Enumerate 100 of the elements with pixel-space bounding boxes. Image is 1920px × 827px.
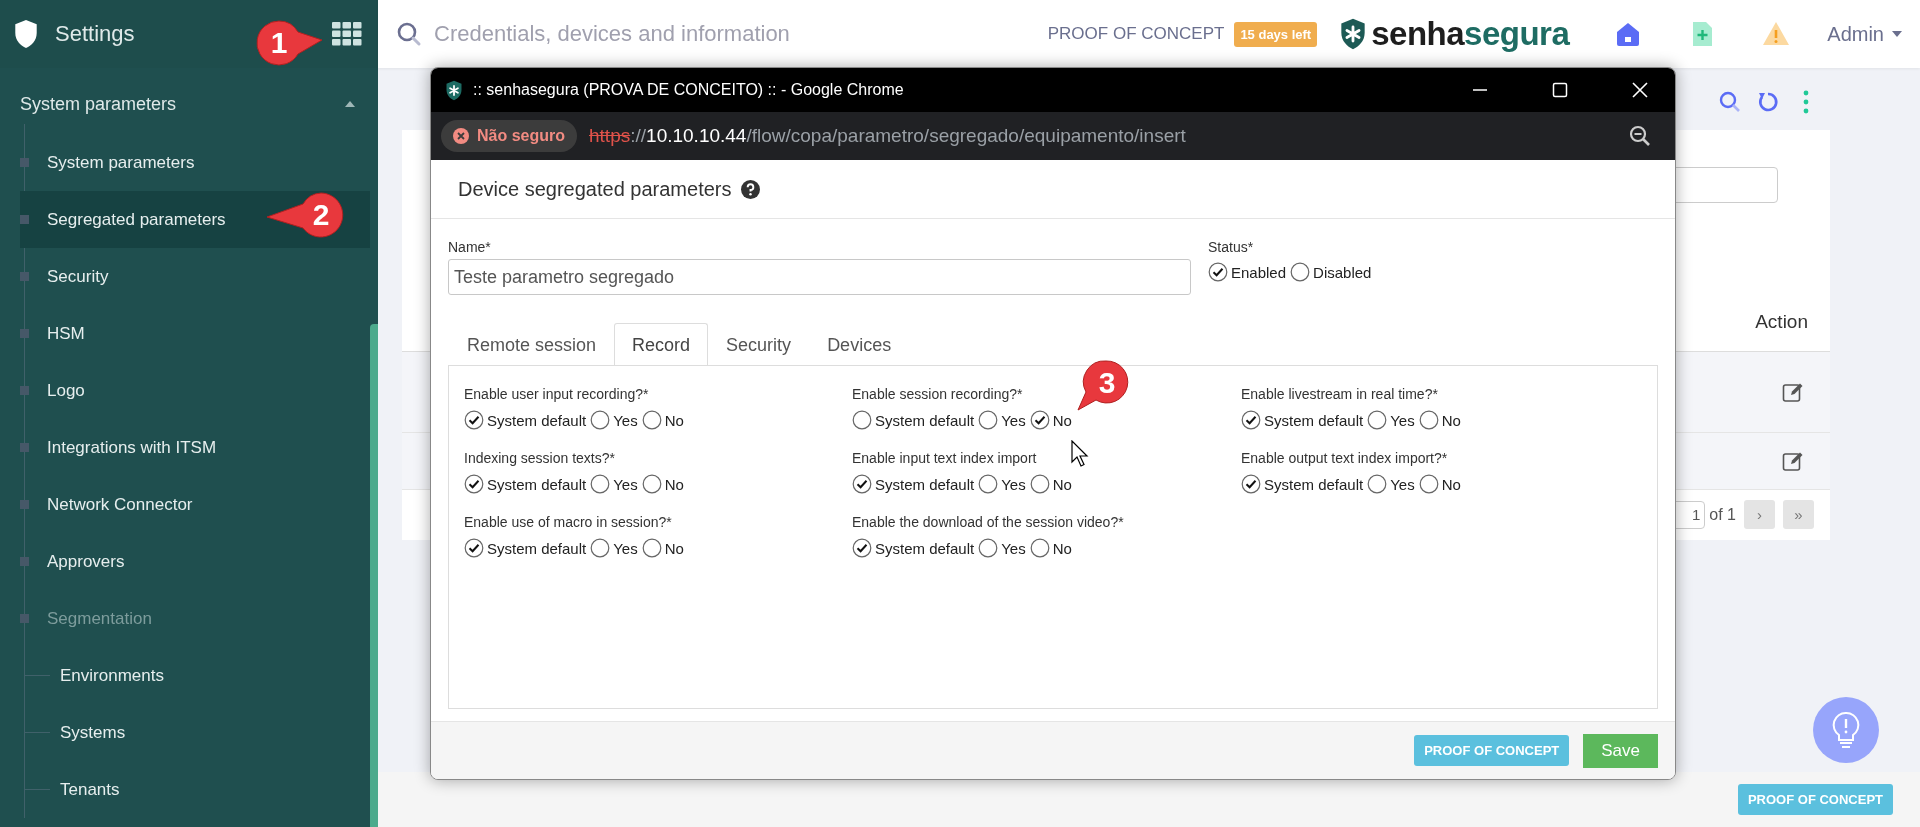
help-icon[interactable]: [741, 179, 761, 199]
radio-button[interactable]: [978, 410, 999, 430]
radio-button[interactable]: [852, 474, 872, 494]
address-bar[interactable]: https://10.10.10.44/flow/copa/parametro/segregado/equipamento/insert: [589, 125, 1617, 147]
radio-button[interactable]: [464, 410, 484, 430]
edit-icon[interactable]: [1782, 450, 1804, 472]
radio-button[interactable]: [1241, 410, 1261, 430]
zoom-out-icon[interactable]: [1629, 125, 1651, 147]
brand-logo: senhasegura: [1339, 15, 1570, 53]
field-label: Name*: [448, 239, 492, 255]
radio-button[interactable]: [1367, 474, 1388, 494]
radio-button[interactable]: [641, 410, 662, 430]
collapse-icon[interactable]: [344, 100, 356, 108]
search-icon[interactable]: [396, 21, 422, 47]
step-marker: 3: [1074, 360, 1130, 412]
sidebar-item[interactable]: Logo: [20, 362, 370, 419]
radio-button[interactable]: [978, 474, 999, 494]
tab[interactable]: Record: [614, 323, 709, 366]
bullet-icon: [20, 386, 29, 395]
search-field[interactable]: Credentials, devices and information: [432, 20, 1038, 48]
radio-button[interactable]: [1029, 410, 1050, 430]
app-icon: [445, 79, 463, 101]
sidebar-item[interactable]: Network Connector: [20, 476, 370, 533]
radio-button[interactable]: [464, 474, 484, 494]
option-label[interactable]: System default: [1264, 475, 1364, 493]
tab[interactable]: Security: [708, 323, 810, 366]
option-label[interactable]: No: [1441, 475, 1461, 493]
sidebar-item[interactable]: Approvers: [20, 533, 370, 590]
edit-icon[interactable]: [1782, 381, 1804, 403]
option-label[interactable]: Yes: [1390, 411, 1415, 429]
sidebar-item[interactable]: Integrations with ITSM: [20, 419, 370, 476]
radio-button[interactable]: [641, 538, 662, 558]
step-marker: 2: [267, 190, 345, 240]
option-label[interactable]: No: [1052, 539, 1072, 557]
logo-icon: [13, 19, 39, 49]
radio-button[interactable]: [978, 538, 999, 558]
maximize-icon[interactable]: [1551, 81, 1569, 99]
dialog-heading: Device segregated parameters: [458, 177, 732, 201]
tab[interactable]: Devices: [809, 323, 910, 366]
tab[interactable]: Remote session: [449, 323, 615, 366]
option-label[interactable]: System default: [1264, 411, 1364, 429]
next-page-button[interactable]: ›: [1744, 500, 1775, 529]
column-header: Action: [1755, 311, 1808, 333]
refresh-icon[interactable]: [1756, 90, 1780, 114]
sidebar-item[interactable]: System parameters: [20, 134, 370, 191]
option-label[interactable]: No: [1052, 475, 1072, 493]
sidebar-item[interactable]: HSM: [20, 305, 370, 362]
radio-button[interactable]: [1290, 262, 1311, 282]
option-label[interactable]: Yes: [1390, 475, 1415, 493]
scrollbar[interactable]: [370, 324, 378, 827]
option-label[interactable]: No: [664, 411, 684, 429]
radio-button[interactable]: [590, 410, 611, 430]
user-menu[interactable]: Admin: [1827, 22, 1902, 46]
radio-button[interactable]: [1241, 474, 1261, 494]
field-label: Enable output text index import?*: [1241, 450, 1448, 466]
option-label[interactable]: Yes: [613, 475, 638, 493]
option-label[interactable]: No: [1052, 411, 1072, 429]
bullet-icon: [20, 557, 29, 566]
field-label: Indexing session texts?*: [464, 450, 615, 466]
radio-button[interactable]: [641, 474, 662, 494]
option-label[interactable]: Yes: [613, 539, 638, 557]
radio-button[interactable]: [1208, 262, 1228, 282]
option-label[interactable]: System default: [487, 475, 587, 493]
option-label[interactable]: No: [664, 539, 684, 557]
sidebar-section[interactable]: System parameters: [0, 84, 370, 124]
radio-button[interactable]: [852, 538, 872, 558]
option-label[interactable]: Enabled: [1231, 263, 1287, 281]
error-icon: [453, 128, 469, 144]
radio-button[interactable]: [464, 538, 484, 558]
option-label[interactable]: System default: [487, 539, 587, 557]
radio-button[interactable]: [1418, 474, 1439, 494]
sidebar-item[interactable]: Security: [20, 248, 370, 305]
option-label[interactable]: System default: [875, 539, 975, 557]
field-label: Status*: [1208, 239, 1255, 255]
option-label[interactable]: System default: [875, 411, 975, 429]
option-label[interactable]: No: [1441, 411, 1461, 429]
close-icon[interactable]: [1631, 81, 1649, 99]
option-label[interactable]: No: [664, 475, 684, 493]
radio-button[interactable]: [590, 474, 611, 494]
option-label[interactable]: System default: [487, 411, 587, 429]
page-count: of 1: [1709, 505, 1736, 524]
radio-button[interactable]: [1029, 474, 1050, 494]
window-title: :: senhasegura (PROVA DE CONCEITO) :: - Google Chrome: [473, 81, 905, 99]
option-label[interactable]: Yes: [613, 411, 638, 429]
option-label[interactable]: Yes: [1001, 475, 1026, 493]
option-label[interactable]: System default: [875, 475, 975, 493]
radio-button[interactable]: [1418, 410, 1439, 430]
radio-button[interactable]: [1029, 538, 1050, 558]
option-label[interactable]: Yes: [1001, 411, 1026, 429]
radio-button[interactable]: [1367, 410, 1388, 430]
step-marker: 1: [254, 18, 322, 68]
radio-button[interactable]: [590, 538, 611, 558]
last-page-button[interactable]: »: [1783, 500, 1814, 529]
search-icon[interactable]: [1718, 90, 1742, 114]
option-label[interactable]: Yes: [1001, 539, 1026, 557]
option-label[interactable]: Disabled: [1313, 263, 1372, 281]
grid-icon[interactable]: [332, 22, 362, 46]
security-chip[interactable]: Não seguro: [441, 120, 577, 152]
name-field[interactable]: Teste parametro segregado: [448, 259, 1191, 295]
radio-button[interactable]: [852, 410, 872, 430]
